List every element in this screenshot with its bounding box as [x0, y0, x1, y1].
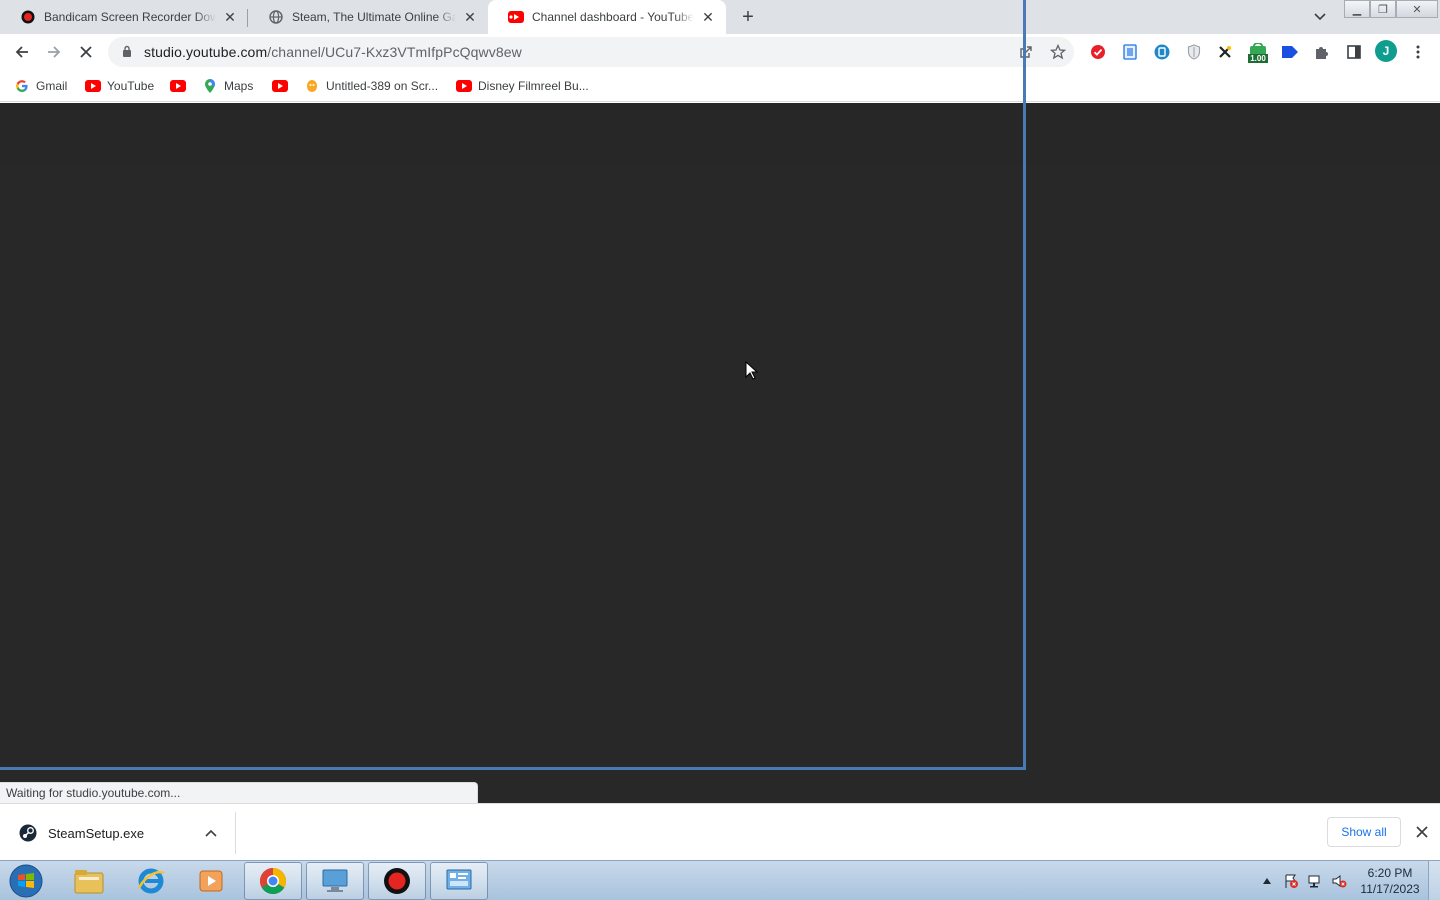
close-tab-icon[interactable]: ✕	[462, 9, 478, 25]
bandicam-icon[interactable]	[368, 862, 426, 900]
chrome-icon[interactable]	[244, 862, 302, 900]
scratch-icon	[304, 78, 320, 94]
lock-icon	[122, 45, 134, 59]
volume-muted-icon[interactable]	[1330, 872, 1348, 890]
restore-button[interactable]: ❐	[1370, 0, 1396, 18]
shield-extension-icon[interactable]	[1184, 42, 1204, 62]
show-all-downloads-button[interactable]: Show all	[1327, 817, 1401, 847]
remote-desktop-icon[interactable]	[306, 862, 364, 900]
bookmark-star-icon[interactable]	[1048, 42, 1068, 62]
bookmark-youtube-3[interactable]	[272, 76, 294, 96]
document-extension-icon[interactable]	[1120, 42, 1140, 62]
windows-explorer-icon[interactable]	[60, 862, 118, 900]
bookmark-label: Gmail	[36, 79, 68, 93]
tab-title: Bandicam Screen Recorder Down	[44, 10, 216, 24]
maps-pin-icon	[202, 78, 218, 94]
url-text: studio.youtube.com/channel/UCu7-Kxz3VTmI…	[144, 44, 522, 60]
youtube-studio-icon	[508, 9, 524, 25]
tab-title: Steam, The Ultimate Online Gam	[292, 10, 456, 24]
stop-loading-button[interactable]	[74, 40, 98, 64]
action-center-flag-icon[interactable]	[1282, 872, 1300, 890]
kebab-menu-icon[interactable]	[1408, 42, 1428, 62]
tab-strip: Bandicam Screen Recorder Down ✕ Steam, T…	[0, 0, 1440, 34]
tab-title: Channel dashboard - YouTube St	[532, 10, 694, 24]
tab-search-chevron-icon[interactable]	[1310, 9, 1330, 25]
tab-steam[interactable]: Steam, The Ultimate Online Gam ✕	[248, 0, 488, 34]
profile-avatar[interactable]: J	[1375, 40, 1397, 62]
download-shelf: SteamSetup.exe Show all	[0, 803, 1440, 860]
network-icon[interactable]	[1306, 872, 1324, 890]
bookmark-label: Disney Filmreel Bu...	[478, 79, 589, 93]
download-filename: SteamSetup.exe	[48, 825, 145, 841]
close-icon[interactable]	[1412, 822, 1432, 842]
clock-date: 11/17/2023	[1360, 882, 1420, 896]
close-tab-icon[interactable]: ✕	[700, 9, 716, 25]
bookmark-youtube-2[interactable]	[170, 76, 192, 96]
window-controls: ▁ ❐ ✕	[1344, 0, 1438, 18]
youtube-icon	[272, 78, 288, 94]
bookmark-youtube[interactable]: YouTube	[85, 76, 154, 96]
video-extension-icon[interactable]	[1280, 42, 1300, 62]
extensions-puzzle-icon[interactable]	[1312, 42, 1332, 62]
back-button[interactable]	[10, 40, 34, 64]
page-header-placeholder	[0, 103, 1440, 165]
address-bar[interactable]: studio.youtube.com/channel/UCu7-Kxz3VTmI…	[108, 37, 1074, 67]
bookmark-label: YouTube	[107, 79, 155, 93]
bookmark-gmail[interactable]: Gmail	[14, 76, 67, 96]
minimize-button[interactable]: ▁	[1344, 0, 1370, 18]
tools-extension-icon[interactable]	[1215, 42, 1235, 62]
media-player-icon[interactable]	[182, 862, 240, 900]
translate-extension-icon[interactable]	[1152, 42, 1172, 62]
page-content: Waiting for studio.youtube.com...	[0, 0, 1440, 804]
close-tab-icon[interactable]: ✕	[222, 9, 238, 25]
bookmarks-bar: Gmail YouTube Maps Untitled-389 on Scr..…	[0, 70, 1440, 102]
bookmark-disney[interactable]: Disney Filmreel Bu...	[456, 76, 589, 96]
show-desktop-button[interactable]	[1428, 861, 1440, 900]
windows-taskbar: 6:20 PM 11/17/2023	[0, 860, 1440, 900]
new-tab-button[interactable]: +	[736, 6, 760, 28]
tab-bandicam[interactable]: Bandicam Screen Recorder Down ✕	[0, 0, 248, 34]
url-host: studio.youtube.com	[144, 44, 268, 60]
google-icon	[14, 78, 30, 94]
browser-toolbar: studio.youtube.com/channel/UCu7-Kxz3VTmI…	[0, 34, 1440, 70]
chevron-up-icon[interactable]	[199, 821, 223, 845]
steam-icon	[18, 823, 38, 843]
extension-badge: 1.00	[1248, 54, 1268, 63]
close-window-button[interactable]: ✕	[1396, 0, 1438, 18]
control-panel-icon[interactable]	[430, 862, 488, 900]
internet-explorer-icon[interactable]	[122, 862, 180, 900]
tray-expand-icon[interactable]	[1258, 872, 1276, 890]
system-clock[interactable]: 6:20 PM 11/17/2023	[1352, 865, 1428, 897]
globe-icon	[268, 9, 284, 25]
bookmark-scratch[interactable]: Untitled-389 on Scr...	[304, 76, 438, 96]
clock-time: 6:20 PM	[1367, 866, 1413, 880]
youtube-icon	[170, 78, 186, 94]
bookmark-label: Maps	[224, 79, 254, 93]
bookmark-label: Untitled-389 on Scr...	[326, 79, 439, 93]
badge-extension-icon[interactable]: 1.00	[1247, 40, 1269, 66]
tab-youtube-studio[interactable]: Channel dashboard - YouTube St ✕	[488, 0, 726, 34]
youtube-icon	[85, 78, 101, 94]
forward-button[interactable]	[42, 40, 66, 64]
share-icon[interactable]	[1016, 42, 1036, 62]
youtube-icon	[456, 78, 472, 94]
bookmark-maps[interactable]: Maps	[202, 76, 253, 96]
mouse-cursor-icon	[745, 360, 759, 384]
side-panel-icon[interactable]	[1344, 42, 1364, 62]
status-bubble: Waiting for studio.youtube.com...	[0, 782, 478, 804]
start-button[interactable]	[6, 862, 46, 900]
url-path: /channel/UCu7-Kxz3VTmIfpPcQqwv8ew	[267, 44, 522, 60]
adblock-extension-icon[interactable]	[1088, 42, 1108, 62]
bandicam-icon	[20, 9, 36, 25]
download-item[interactable]: SteamSetup.exe	[0, 812, 236, 854]
